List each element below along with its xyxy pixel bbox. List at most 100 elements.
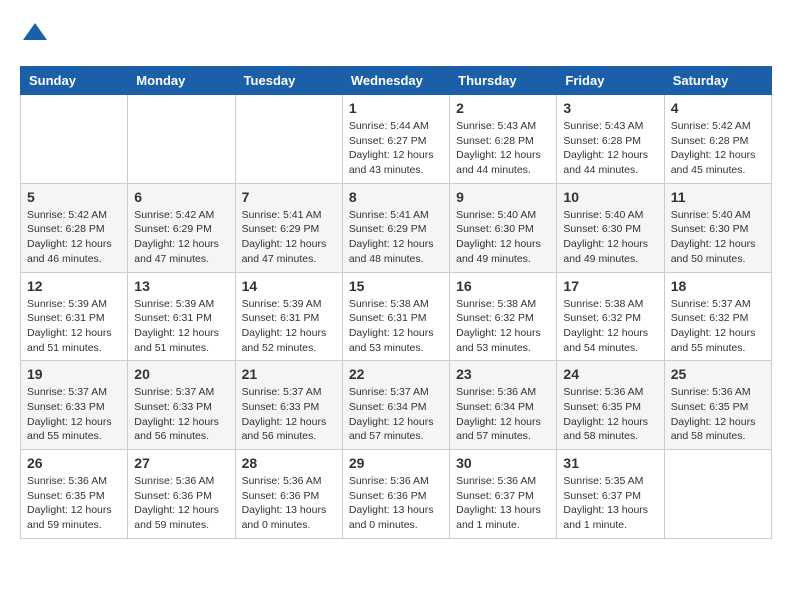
day-number: 4 <box>671 100 765 116</box>
calendar-cell: 3 Sunrise: 5:43 AM Sunset: 6:28 PM Daylig… <box>557 95 664 184</box>
calendar-cell <box>664 450 771 539</box>
weekday-header: Wednesday <box>342 67 449 95</box>
day-info: Sunrise: 5:35 AM Sunset: 6:37 PM Dayligh… <box>563 474 657 533</box>
day-info: Sunrise: 5:42 AM Sunset: 6:28 PM Dayligh… <box>671 119 765 178</box>
calendar-cell: 18 Sunrise: 5:37 AM Sunset: 6:32 PM Dayli… <box>664 272 771 361</box>
day-number: 7 <box>242 189 336 205</box>
day-info: Sunrise: 5:39 AM Sunset: 6:31 PM Dayligh… <box>242 297 336 356</box>
day-info: Sunrise: 5:40 AM Sunset: 6:30 PM Dayligh… <box>456 208 550 267</box>
calendar-cell: 11 Sunrise: 5:40 AM Sunset: 6:30 PM Dayli… <box>664 183 771 272</box>
day-info: Sunrise: 5:38 AM Sunset: 6:32 PM Dayligh… <box>563 297 657 356</box>
weekday-header: Friday <box>557 67 664 95</box>
weekday-header: Tuesday <box>235 67 342 95</box>
calendar-cell: 9 Sunrise: 5:40 AM Sunset: 6:30 PM Daylig… <box>450 183 557 272</box>
calendar-cell: 6 Sunrise: 5:42 AM Sunset: 6:29 PM Daylig… <box>128 183 235 272</box>
day-number: 15 <box>349 278 443 294</box>
calendar-week-row: 5 Sunrise: 5:42 AM Sunset: 6:28 PM Daylig… <box>21 183 772 272</box>
day-info: Sunrise: 5:43 AM Sunset: 6:28 PM Dayligh… <box>563 119 657 178</box>
day-info: Sunrise: 5:38 AM Sunset: 6:31 PM Dayligh… <box>349 297 443 356</box>
day-info: Sunrise: 5:41 AM Sunset: 6:29 PM Dayligh… <box>349 208 443 267</box>
day-info: Sunrise: 5:40 AM Sunset: 6:30 PM Dayligh… <box>563 208 657 267</box>
calendar-cell: 2 Sunrise: 5:43 AM Sunset: 6:28 PM Daylig… <box>450 95 557 184</box>
day-number: 31 <box>563 455 657 471</box>
day-number: 9 <box>456 189 550 205</box>
calendar-cell: 15 Sunrise: 5:38 AM Sunset: 6:31 PM Dayli… <box>342 272 449 361</box>
day-info: Sunrise: 5:39 AM Sunset: 6:31 PM Dayligh… <box>134 297 228 356</box>
day-number: 24 <box>563 366 657 382</box>
day-number: 10 <box>563 189 657 205</box>
day-info: Sunrise: 5:37 AM Sunset: 6:33 PM Dayligh… <box>27 385 121 444</box>
day-info: Sunrise: 5:41 AM Sunset: 6:29 PM Dayligh… <box>242 208 336 267</box>
calendar-cell: 12Sunrise: 5:39 AM Sunset: 6:31 PM Dayli… <box>21 272 128 361</box>
day-number: 2 <box>456 100 550 116</box>
day-number: 29 <box>349 455 443 471</box>
day-number: 26 <box>27 455 121 471</box>
calendar-cell: 20Sunrise: 5:37 AM Sunset: 6:33 PM Dayli… <box>128 361 235 450</box>
day-number: 6 <box>134 189 228 205</box>
day-info: Sunrise: 5:36 AM Sunset: 6:36 PM Dayligh… <box>349 474 443 533</box>
calendar-cell: 21Sunrise: 5:37 AM Sunset: 6:33 PM Dayli… <box>235 361 342 450</box>
day-info: Sunrise: 5:37 AM Sunset: 6:32 PM Dayligh… <box>671 297 765 356</box>
calendar: SundayMondayTuesdayWednesdayThursdayFrid… <box>20 66 772 539</box>
day-number: 28 <box>242 455 336 471</box>
day-number: 3 <box>563 100 657 116</box>
day-info: Sunrise: 5:42 AM Sunset: 6:29 PM Dayligh… <box>134 208 228 267</box>
day-number: 14 <box>242 278 336 294</box>
day-number: 17 <box>563 278 657 294</box>
day-info: Sunrise: 5:37 AM Sunset: 6:34 PM Dayligh… <box>349 385 443 444</box>
day-number: 13 <box>134 278 228 294</box>
day-number: 23 <box>456 366 550 382</box>
logo <box>20 20 54 50</box>
day-number: 18 <box>671 278 765 294</box>
calendar-cell: 24 Sunrise: 5:36 AM Sunset: 6:35 PM Dayli… <box>557 361 664 450</box>
calendar-header-row: SundayMondayTuesdayWednesdayThursdayFrid… <box>21 67 772 95</box>
day-info: Sunrise: 5:37 AM Sunset: 6:33 PM Dayligh… <box>242 385 336 444</box>
calendar-week-row: 19Sunrise: 5:37 AM Sunset: 6:33 PM Dayli… <box>21 361 772 450</box>
day-info: Sunrise: 5:40 AM Sunset: 6:30 PM Dayligh… <box>671 208 765 267</box>
calendar-cell <box>235 95 342 184</box>
calendar-cell: 19Sunrise: 5:37 AM Sunset: 6:33 PM Dayli… <box>21 361 128 450</box>
calendar-cell: 5 Sunrise: 5:42 AM Sunset: 6:28 PM Daylig… <box>21 183 128 272</box>
weekday-header: Monday <box>128 67 235 95</box>
calendar-cell: 10 Sunrise: 5:40 AM Sunset: 6:30 PM Dayli… <box>557 183 664 272</box>
weekday-header: Saturday <box>664 67 771 95</box>
day-info: Sunrise: 5:36 AM Sunset: 6:34 PM Dayligh… <box>456 385 550 444</box>
calendar-week-row: 12 Sunrise: 5:39 AM Sunset: 6:31 PM Dayli… <box>21 272 772 361</box>
day-info: Sunrise: 5:37 AM Sunset: 6:33 PM Dayligh… <box>134 385 228 444</box>
day-info: Sunrise: 5:44 AM Sunset: 6:27 PM Dayligh… <box>349 119 443 178</box>
calendar-cell: 13 Sunrise: 5:39 AM Sunset: 6:31 PM Dayli… <box>128 272 235 361</box>
day-number: 5 <box>27 189 121 205</box>
weekday-header: Thursday <box>450 67 557 95</box>
day-info: Sunrise: 5:36 AM Sunset: 6:37 PM Dayligh… <box>456 474 550 533</box>
calendar-cell: 17 Sunrise: 5:38 AM Sunset: 6:32 PM Dayli… <box>557 272 664 361</box>
calendar-week-row: 26Sunrise: 5:36 AM Sunset: 6:35 PM Dayli… <box>21 450 772 539</box>
calendar-cell: 23 Sunrise: 5:36 AM Sunset: 6:34 PM Dayli… <box>450 361 557 450</box>
day-number: 11 <box>671 189 765 205</box>
calendar-cell: 16Sunrise: 5:38 AM Sunset: 6:32 PM Dayli… <box>450 272 557 361</box>
day-number: 1 <box>349 100 443 116</box>
calendar-cell: 27 Sunrise: 5:36 AM Sunset: 6:36 PM Dayli… <box>128 450 235 539</box>
calendar-cell: 4 Sunrise: 5:42 AM Sunset: 6:28 PM Daylig… <box>664 95 771 184</box>
day-info: Sunrise: 5:36 AM Sunset: 6:35 PM Dayligh… <box>671 385 765 444</box>
calendar-cell <box>128 95 235 184</box>
calendar-cell: 8 Sunrise: 5:41 AM Sunset: 6:29 PM Daylig… <box>342 183 449 272</box>
day-info: Sunrise: 5:36 AM Sunset: 6:36 PM Dayligh… <box>134 474 228 533</box>
page-header <box>20 20 772 50</box>
day-number: 27 <box>134 455 228 471</box>
day-number: 12 <box>27 278 121 294</box>
calendar-cell: 25Sunrise: 5:36 AM Sunset: 6:35 PM Dayli… <box>664 361 771 450</box>
day-info: Sunrise: 5:36 AM Sunset: 6:35 PM Dayligh… <box>563 385 657 444</box>
calendar-cell: 29 Sunrise: 5:36 AM Sunset: 6:36 PM Dayli… <box>342 450 449 539</box>
day-number: 30 <box>456 455 550 471</box>
day-number: 16 <box>456 278 550 294</box>
day-number: 22 <box>349 366 443 382</box>
day-info: Sunrise: 5:42 AM Sunset: 6:28 PM Dayligh… <box>27 208 121 267</box>
day-number: 8 <box>349 189 443 205</box>
calendar-cell: 28 Sunrise: 5:36 AM Sunset: 6:36 PM Dayli… <box>235 450 342 539</box>
calendar-cell: 30 Sunrise: 5:36 AM Sunset: 6:37 PM Dayli… <box>450 450 557 539</box>
calendar-week-row: 1 Sunrise: 5:44 AM Sunset: 6:27 PM Daylig… <box>21 95 772 184</box>
calendar-cell: 31 Sunrise: 5:35 AM Sunset: 6:37 PM Dayli… <box>557 450 664 539</box>
day-info: Sunrise: 5:36 AM Sunset: 6:36 PM Dayligh… <box>242 474 336 533</box>
day-info: Sunrise: 5:43 AM Sunset: 6:28 PM Dayligh… <box>456 119 550 178</box>
logo-icon <box>20 20 50 50</box>
